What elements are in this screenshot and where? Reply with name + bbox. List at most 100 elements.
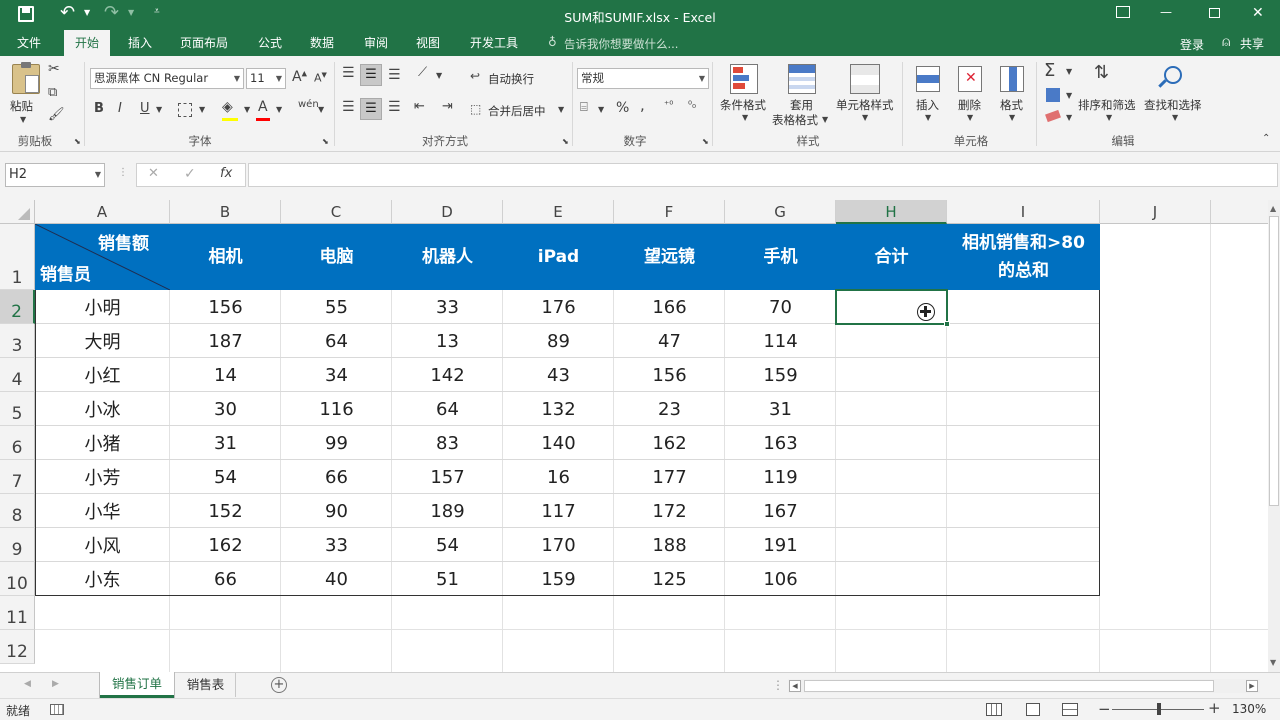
insert-dropdown-icon[interactable]: ▼ — [925, 114, 931, 122]
sheet-prev-icon[interactable]: ◀ — [24, 679, 31, 689]
sales-value-cell[interactable]: 89 — [503, 324, 614, 358]
decrease-decimal-icon[interactable]: ⁰₀ — [688, 101, 696, 111]
sales-value-cell[interactable]: 157 — [392, 460, 503, 494]
column-header-f[interactable]: F — [614, 200, 725, 224]
sales-value-cell[interactable]: 23 — [614, 392, 725, 426]
borders-dropdown-icon[interactable]: ▼ — [199, 106, 205, 114]
row-header-12[interactable]: 12 — [0, 630, 35, 664]
sales-value-cell[interactable]: 170 — [503, 528, 614, 562]
align-middle-icon[interactable]: ☰ — [360, 64, 382, 86]
sales-value-cell[interactable]: 189 — [392, 494, 503, 528]
tab-insert[interactable]: 插入 — [118, 30, 162, 56]
hscroll-left-icon[interactable]: ◀ — [789, 680, 801, 692]
sales-value-cell[interactable]: 125 — [614, 562, 725, 596]
align-left-icon[interactable]: ☰ — [342, 100, 355, 114]
sales-value-cell[interactable]: 156 — [614, 358, 725, 392]
sales-value-cell[interactable]: 64 — [392, 392, 503, 426]
sales-value-cell[interactable]: 55 — [281, 290, 392, 324]
accounting-dropdown-icon[interactable]: ▼ — [598, 106, 604, 114]
zoom-out-button[interactable]: − — [1098, 700, 1111, 718]
table-format-dropdown-icon[interactable]: ▼ — [822, 116, 828, 124]
column-header-g[interactable]: G — [725, 200, 836, 224]
selection-handle[interactable] — [944, 321, 950, 327]
increase-font-icon[interactable]: A▲ — [292, 70, 307, 84]
row-header-11[interactable]: 11 — [0, 596, 35, 630]
sales-value-cell[interactable]: 187 — [170, 324, 281, 358]
conditional-format-button[interactable]: 条件格式 — [720, 97, 766, 113]
fill-color-icon[interactable]: ◈ — [222, 100, 233, 114]
scroll-down-icon[interactable]: ▼ — [1270, 658, 1276, 667]
cell-styles-dropdown-icon[interactable]: ▼ — [862, 114, 868, 122]
font-size-select[interactable]: 11 ▼ — [246, 68, 286, 89]
number-format-select[interactable]: 常规 ▼ — [577, 68, 709, 89]
column-header-d[interactable]: D — [392, 200, 503, 224]
clear-icon[interactable] — [1045, 109, 1061, 123]
column-header-e[interactable]: E — [503, 200, 614, 224]
tab-view[interactable]: 视图 — [406, 30, 450, 56]
format-painter-icon[interactable]: 🖌 — [48, 108, 65, 121]
sales-value-cell[interactable]: 34 — [281, 358, 392, 392]
decrease-font-icon[interactable]: A▼ — [314, 72, 327, 84]
salesperson-name[interactable]: 小芳 — [35, 460, 170, 494]
vertical-scroll-thumb[interactable] — [1269, 216, 1279, 506]
paste-icon[interactable] — [12, 62, 40, 94]
sales-value-cell[interactable]: 31 — [725, 392, 836, 426]
cancel-entry-icon[interactable]: ✕ — [148, 167, 159, 180]
zoom-level[interactable]: 130% — [1232, 702, 1266, 716]
sales-value-cell[interactable]: 156 — [170, 290, 281, 324]
salesperson-name[interactable]: 小猪 — [35, 426, 170, 460]
sales-value-cell[interactable]: 43 — [503, 358, 614, 392]
sales-value-cell[interactable]: 13 — [392, 324, 503, 358]
borders-icon[interactable] — [178, 103, 192, 117]
copy-icon[interactable]: ⧉ — [48, 86, 57, 99]
decrease-indent-icon[interactable]: ⇤ — [414, 100, 425, 113]
share-button[interactable]: 共享 — [1240, 35, 1264, 52]
fill-dropdown-icon[interactable]: ▼ — [244, 106, 250, 114]
enter-entry-icon[interactable]: ✓ — [184, 167, 196, 181]
tab-review[interactable]: 审阅 — [354, 30, 398, 56]
increase-indent-icon[interactable]: ⇥ — [442, 100, 453, 113]
collapse-ribbon-icon[interactable]: ⌃ — [1262, 134, 1270, 144]
italic-button[interactable]: I — [118, 102, 122, 115]
tab-file[interactable]: 文件 — [6, 30, 52, 56]
autosum-dropdown-icon[interactable]: ▼ — [1066, 68, 1072, 76]
sales-value-cell[interactable]: 162 — [614, 426, 725, 460]
format-as-table-icon[interactable] — [788, 64, 816, 94]
merge-dropdown-icon[interactable]: ▼ — [558, 106, 564, 114]
row-header-4[interactable]: 4 — [0, 358, 35, 392]
bold-button[interactable]: B — [94, 102, 104, 115]
font-name-select[interactable]: 思源黑体 CN Regular ▼ — [90, 68, 244, 89]
salesperson-name[interactable]: 小红 — [35, 358, 170, 392]
align-center-icon[interactable]: ☰ — [360, 98, 382, 120]
horizontal-scroll-thumb[interactable] — [804, 680, 1214, 692]
delete-dropdown-icon[interactable]: ▼ — [967, 114, 973, 122]
insert-cells-icon[interactable] — [916, 66, 940, 92]
sales-value-cell[interactable]: 83 — [392, 426, 503, 460]
row-header-8[interactable]: 8 — [0, 494, 35, 528]
hscroll-right-icon[interactable]: ▶ — [1246, 680, 1258, 692]
row-header-1[interactable]: 1 — [0, 224, 35, 290]
salesperson-name[interactable]: 小冰 — [35, 392, 170, 426]
salesperson-name[interactable]: 小明 — [35, 290, 170, 324]
sales-value-cell[interactable]: 188 — [614, 528, 725, 562]
name-box[interactable]: H2 ▼ — [5, 163, 105, 187]
cond-format-dropdown-icon[interactable]: ▼ — [742, 114, 748, 122]
paste-button[interactable]: 粘贴 — [10, 98, 33, 114]
sales-value-cell[interactable]: 47 — [614, 324, 725, 358]
comma-button[interactable]: , — [640, 98, 645, 113]
horizontal-scrollbar[interactable]: ◀ ▶ — [788, 679, 1260, 693]
sales-value-cell[interactable]: 166 — [614, 290, 725, 324]
paste-dropdown-icon[interactable]: ▼ — [20, 116, 26, 124]
sales-value-cell[interactable]: 66 — [281, 460, 392, 494]
sort-filter-button[interactable]: 排序和筛选 — [1078, 97, 1136, 113]
merge-center-button[interactable]: 合并后居中 — [488, 103, 546, 119]
underline-dropdown-icon[interactable]: ▼ — [156, 106, 162, 114]
sales-value-cell[interactable]: 162 — [170, 528, 281, 562]
row-header-9[interactable]: 9 — [0, 528, 35, 562]
tell-me-box[interactable]: 告诉我你想要做什么... — [564, 36, 678, 52]
vertical-scrollbar[interactable]: ▲ ▼ — [1268, 200, 1280, 672]
column-header-a[interactable]: A — [35, 200, 170, 224]
find-select-button[interactable]: 查找和选择 — [1144, 97, 1202, 113]
salesperson-name[interactable]: 小华 — [35, 494, 170, 528]
format-cells-icon[interactable] — [1000, 66, 1024, 92]
